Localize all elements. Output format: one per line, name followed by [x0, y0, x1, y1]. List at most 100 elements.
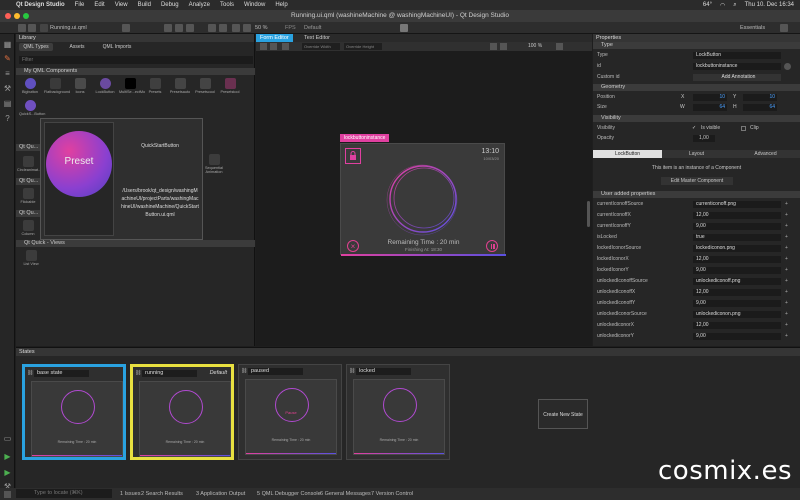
editor-zoom-readout[interactable]: 100 % [528, 43, 542, 49]
locate-input[interactable]: Type to locate (⌘K) [16, 489, 112, 498]
subtab-advanced[interactable]: Advanced [731, 150, 800, 158]
tab-form-editor[interactable]: Form Editor [256, 34, 293, 42]
menu-window[interactable]: Window [244, 2, 265, 8]
section-qt-quick-2[interactable]: Qt Qu... [16, 178, 40, 185]
component-flickable[interactable]: Flickable [17, 188, 39, 204]
move-tool-icon[interactable] [270, 43, 277, 50]
canvas-scrollbar[interactable] [587, 201, 590, 227]
menu-file[interactable]: File [75, 2, 85, 8]
component-column[interactable]: Column [17, 220, 39, 236]
component-sequential-animation[interactable]: Sequential Animation [203, 154, 225, 174]
section-qt-quick-3[interactable]: Qt Qu... [16, 210, 40, 217]
state-name-field[interactable]: locked [356, 368, 411, 375]
user-prop-value[interactable]: 9,00 [693, 223, 781, 230]
state-link-icon[interactable]: ⛓ [135, 370, 141, 376]
user-prop-value[interactable]: true [693, 234, 781, 241]
subtab-layout[interactable]: Layout [662, 150, 731, 158]
edit-master-component-button[interactable]: Edit Master Component [661, 177, 733, 185]
state-name-field[interactable]: paused [248, 368, 303, 375]
id-field[interactable]: lockbuttoninstance [693, 63, 781, 70]
user-prop-value[interactable]: 9,00 [693, 267, 781, 274]
component-icons[interactable]: Icons [69, 78, 91, 94]
is-visible-checkbox[interactable]: ✓ [692, 124, 696, 133]
add-binding-icon[interactable]: + [785, 321, 788, 330]
add-binding-icon[interactable]: + [785, 288, 788, 297]
edit-mode-icon[interactable]: ≡ [3, 69, 12, 78]
add-binding-icon[interactable]: + [785, 233, 788, 242]
add-binding-icon[interactable]: + [785, 266, 788, 275]
component-presetstool[interactable]: Presetstool [219, 78, 241, 94]
projects-mode-icon[interactable]: ▤ [3, 99, 12, 108]
user-prop-value[interactable]: 12,00 [693, 256, 781, 263]
component-flatbackground[interactable]: Flatbackground [44, 78, 70, 94]
debug-mode-icon[interactable]: ⚒ [3, 84, 12, 93]
clip-checkbox[interactable] [741, 126, 746, 131]
user-prop-value[interactable]: unlockediconoff.png [693, 278, 781, 285]
add-binding-icon[interactable]: + [785, 332, 788, 341]
type-field[interactable]: LockButton [693, 52, 781, 59]
lock-button-selection[interactable] [345, 148, 361, 164]
output-tab-general-messages[interactable]: 6 General Messages [320, 491, 371, 497]
component-multiselect[interactable]: MultiSe...ectMo [119, 78, 145, 94]
search-icon[interactable]: ⌕ [733, 2, 736, 9]
section-user-added-properties[interactable]: User added properties [593, 191, 800, 198]
state-name-field[interactable]: base state [34, 370, 89, 377]
component-bigbutton[interactable]: Bigbutton [19, 78, 41, 94]
component-presetscool[interactable]: Presetscool [194, 78, 216, 94]
add-binding-icon[interactable]: + [785, 244, 788, 253]
preview-icon[interactable] [400, 24, 408, 32]
state-link-icon[interactable]: ⛓ [27, 370, 33, 376]
state-card-locked[interactable]: ⛓ locked Remaining Time : 20 min [346, 364, 450, 460]
section-qt-quick-controls[interactable]: Qt Qu... [16, 144, 40, 151]
user-prop-value[interactable]: unlockediconon.png [693, 311, 781, 318]
library-filter-input[interactable]: Filter [19, 56, 253, 64]
create-new-state-button[interactable]: Create New State [538, 399, 588, 429]
override-width-input[interactable]: Override Width [302, 43, 340, 50]
width-field[interactable]: 64 [693, 104, 727, 111]
component-quickstartbutton[interactable]: QuickS...Button [19, 100, 45, 116]
output-tab-version-control[interactable]: 7 Version Control [371, 491, 413, 497]
add-binding-icon[interactable]: + [785, 200, 788, 209]
add-binding-icon[interactable]: + [785, 211, 788, 220]
y-field[interactable]: 10 [743, 94, 777, 101]
monitor-icon[interactable]: ▭ [3, 434, 12, 443]
state-card-paused[interactable]: ⛓ paused Pause Remaining Time : 20 min [238, 364, 342, 460]
section-my-qml-components[interactable]: My QML Components [16, 68, 255, 75]
align-icon[interactable] [164, 24, 172, 32]
menu-debug[interactable]: Debug [161, 2, 179, 8]
height-field[interactable]: 64 [743, 104, 777, 111]
wifi-icon[interactable]: ◠ [720, 2, 725, 9]
dropdown-icon[interactable] [780, 24, 788, 32]
state-card-running[interactable]: ⛓ running Default Remaining Time : 20 min [130, 364, 234, 460]
state-link-icon[interactable]: ⛓ [241, 368, 247, 374]
component-circleanimation[interactable]: Circleanimat... [17, 156, 41, 172]
menu-analyze[interactable]: Analyze [189, 2, 210, 8]
add-annotation-button[interactable]: Add Annotation [693, 74, 781, 81]
run-icon[interactable]: ▶ [3, 452, 12, 461]
id-export-icon[interactable] [784, 63, 791, 70]
tab-qml-types[interactable]: QML Types [19, 43, 53, 51]
menu-help[interactable]: Help [275, 2, 287, 8]
user-prop-value[interactable]: 12,00 [693, 212, 781, 219]
section-type[interactable]: Type [593, 42, 800, 49]
rotate-tool-icon[interactable] [282, 43, 289, 50]
close-file-icon[interactable] [122, 24, 130, 32]
output-tab-search-results[interactable]: 2 Search Results [141, 491, 183, 497]
state-link-icon[interactable]: ⛓ [349, 368, 355, 374]
preset-select[interactable]: Default [304, 25, 321, 31]
help-mode-icon[interactable]: ? [3, 114, 12, 123]
user-prop-value[interactable]: 12,00 [693, 322, 781, 329]
zoom-out-icon[interactable] [500, 43, 507, 50]
component-lockbutton[interactable]: LockButton [94, 78, 116, 94]
forward-icon[interactable] [28, 24, 36, 32]
x-field[interactable]: 10 [693, 94, 727, 101]
output-tab-qml-debugger-console[interactable]: 5 QML Debugger Console [257, 491, 321, 497]
state-name-field[interactable]: running [142, 370, 197, 377]
add-binding-icon[interactable]: + [785, 277, 788, 286]
zoom-in-icon[interactable] [490, 43, 497, 50]
add-binding-icon[interactable]: + [785, 222, 788, 231]
select-tool-icon[interactable] [260, 43, 267, 50]
align-center-icon[interactable] [175, 24, 183, 32]
section-geometry[interactable]: Geometry [593, 84, 800, 91]
section-visibility[interactable]: Visibility [593, 115, 800, 122]
